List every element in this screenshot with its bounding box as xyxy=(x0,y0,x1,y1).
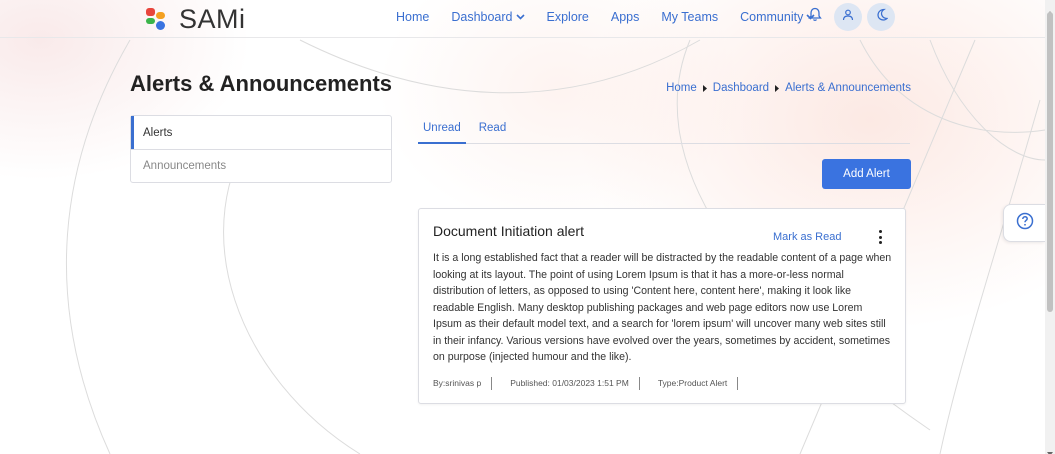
breadcrumb: Home Dashboard Alerts & Announcements xyxy=(666,82,911,94)
nav-home-label: Home xyxy=(396,10,430,24)
breadcrumb-current[interactable]: Alerts & Announcements xyxy=(785,82,911,94)
profile-button[interactable] xyxy=(834,3,862,31)
sidebar-item-label: Alerts xyxy=(143,126,173,139)
chevron-down-icon xyxy=(515,14,525,20)
sidebar: Alerts Announcements xyxy=(130,115,392,183)
bell-icon xyxy=(808,7,822,27)
scroll-up-icon[interactable] xyxy=(1047,2,1053,15)
caret-right-icon xyxy=(702,84,707,92)
scroll-down-icon[interactable] xyxy=(1047,444,1053,454)
sidebar-item-announcements[interactable]: Announcements xyxy=(131,149,391,182)
nav-community-label: Community xyxy=(740,10,804,24)
scrollbar-thumb[interactable] xyxy=(1047,12,1053,312)
help-icon xyxy=(1016,212,1034,235)
alert-type: Type:Product Alert xyxy=(658,377,739,390)
nav-apps-label: Apps xyxy=(610,10,640,24)
breadcrumb-dashboard[interactable]: Dashboard xyxy=(713,82,769,94)
moon-icon xyxy=(875,8,888,26)
add-alert-button[interactable]: Add Alert xyxy=(822,159,911,189)
caret-right-icon xyxy=(775,84,780,92)
nav-my-teams-label: My Teams xyxy=(661,10,719,24)
help-button[interactable] xyxy=(1003,204,1045,242)
alert-meta: By:srinivas p Published: 01/03/2023 1:51… xyxy=(433,377,756,390)
more-options-icon[interactable] xyxy=(875,230,885,244)
alert-body: It is a long established fact that a rea… xyxy=(433,252,892,363)
tab-bar: Unread Read xyxy=(418,116,910,144)
notifications-button[interactable] xyxy=(801,3,829,31)
sidebar-item-alerts[interactable]: Alerts xyxy=(131,116,391,149)
alert-published: Published: 01/03/2023 1:51 PM xyxy=(510,377,640,390)
nav-dashboard-label: Dashboard xyxy=(451,10,513,24)
brand-logo[interactable]: SAMi xyxy=(145,4,246,35)
alert-author: By:srinivas p xyxy=(433,377,493,390)
tab-label: Unread xyxy=(423,122,461,134)
alert-title: Document Initiation alert xyxy=(433,223,584,239)
nav-explore-label: Explore xyxy=(546,10,589,24)
tab-read[interactable]: Read xyxy=(474,116,512,144)
theme-toggle-button[interactable] xyxy=(867,3,895,31)
sami-logo-icon xyxy=(145,7,167,33)
page-title: Alerts & Announcements xyxy=(130,71,393,96)
user-icon xyxy=(842,8,854,26)
nav-explore[interactable]: Explore xyxy=(547,10,589,24)
brand-name: SAMi xyxy=(179,4,246,34)
main-nav: Home Dashboard Explore Apps My Teams Com… xyxy=(396,0,837,34)
nav-dashboard[interactable]: Dashboard xyxy=(451,10,525,24)
nav-my-teams[interactable]: My Teams xyxy=(661,10,718,24)
nav-home[interactable]: Home xyxy=(396,10,429,24)
sidebar-item-label: Announcements xyxy=(143,160,227,172)
mark-as-read-link[interactable]: Mark as Read xyxy=(773,231,841,243)
vertical-scrollbar[interactable] xyxy=(1045,0,1055,454)
tab-label: Read xyxy=(478,122,507,134)
top-navbar: SAMi Home Dashboard Explore Apps My Team… xyxy=(0,0,1045,38)
alert-card: Document Initiation alert Mark as Read I… xyxy=(418,208,906,404)
breadcrumb-home[interactable]: Home xyxy=(666,82,697,94)
tab-unread[interactable]: Unread xyxy=(418,116,466,144)
nav-apps[interactable]: Apps xyxy=(611,10,640,24)
